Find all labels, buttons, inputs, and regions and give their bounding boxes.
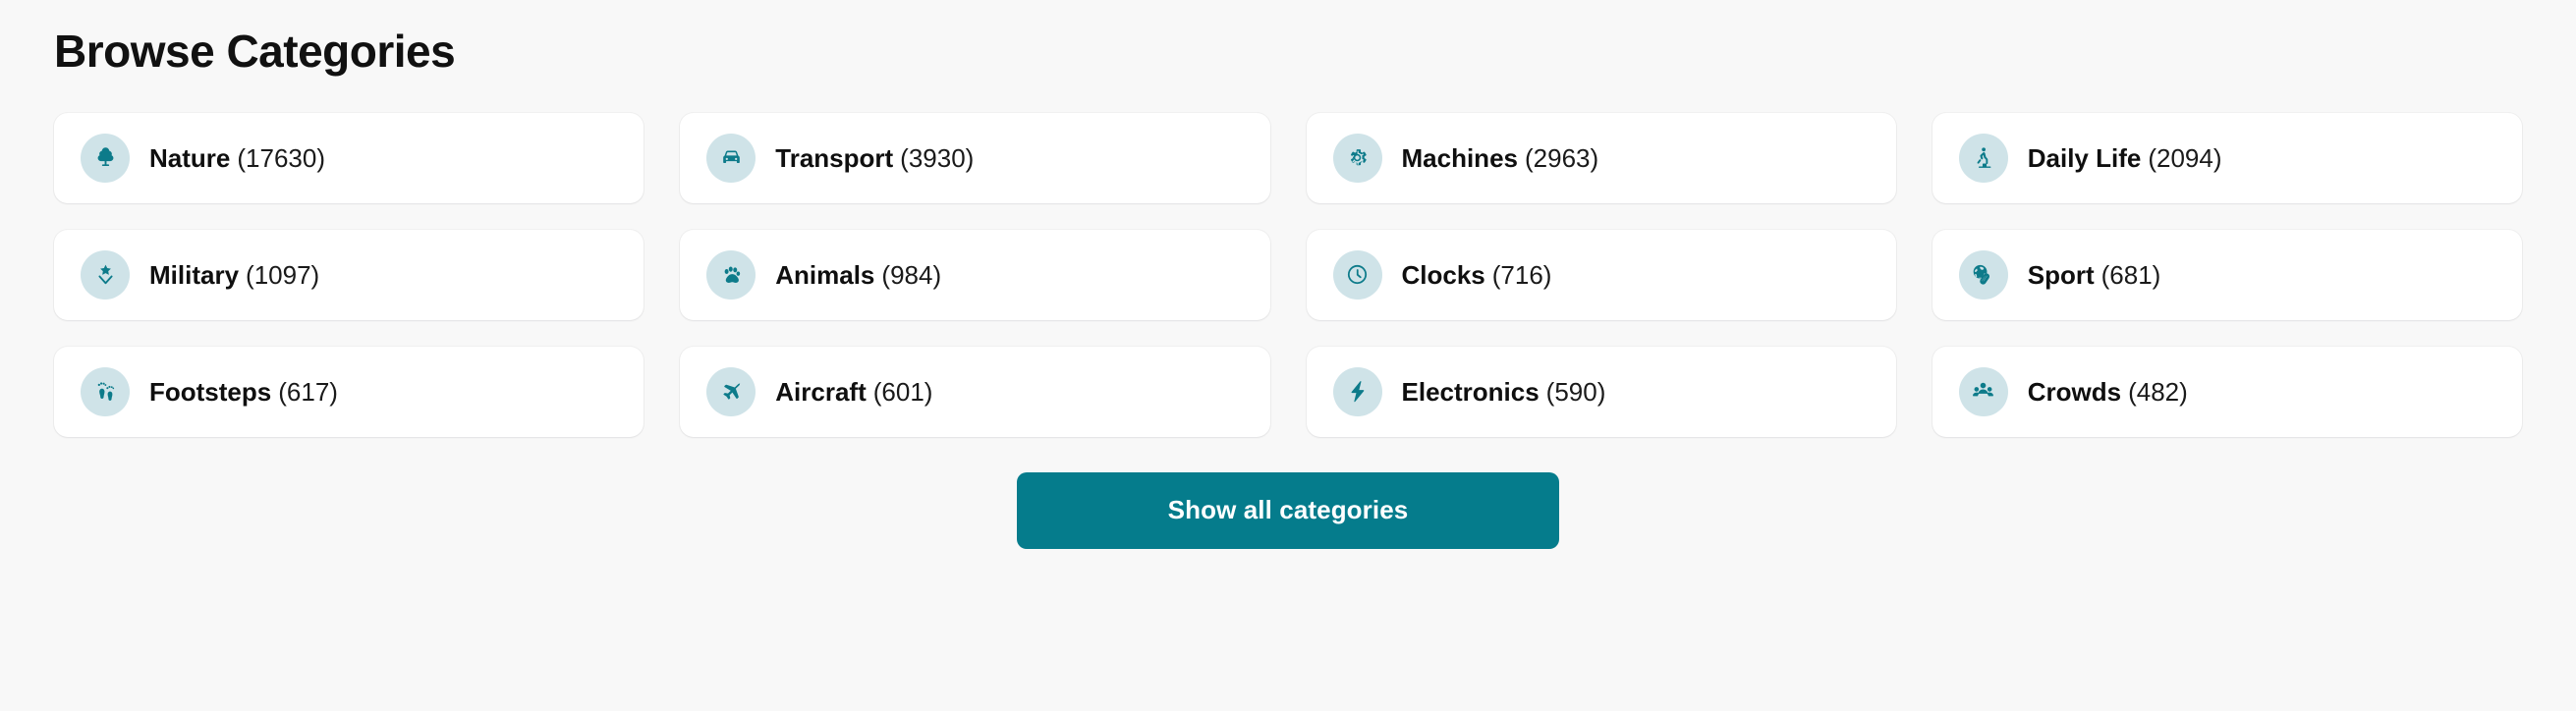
sports-ball-icon — [1958, 249, 2008, 300]
category-card[interactable]: Clocks (716) — [1306, 229, 1896, 320]
category-count: (617) — [278, 376, 338, 407]
tree-icon — [81, 133, 130, 183]
category-card[interactable]: Animals (984) — [680, 229, 1270, 320]
person-stairs-icon — [1958, 133, 2008, 183]
category-count: (716) — [1491, 259, 1552, 290]
category-count: (984) — [881, 259, 942, 290]
category-name: Footsteps — [149, 376, 272, 407]
lightning-bolt-icon — [1332, 366, 1382, 416]
category-name: Animals — [775, 259, 875, 290]
category-name: Clocks — [1401, 259, 1485, 290]
category-label-group: Crowds (482) — [2028, 379, 2188, 405]
category-label-group: Daily Life (2094) — [2028, 145, 2222, 171]
category-card[interactable]: Crowds (482) — [1932, 346, 2522, 437]
category-label-group: Aircraft (601) — [775, 379, 932, 405]
category-label-group: Electronics (590) — [1402, 379, 1606, 405]
page-title: Browse Categories — [54, 26, 456, 77]
category-label-group: Nature (17630) — [149, 145, 325, 171]
category-card[interactable]: Transport (3930) — [680, 112, 1270, 203]
category-count: (590) — [1545, 376, 1606, 407]
category-name: Machines — [1401, 142, 1519, 173]
clock-icon — [1332, 249, 1382, 300]
category-card[interactable]: Military (1097) — [54, 229, 644, 320]
category-card[interactable]: Sport (681) — [1932, 229, 2522, 320]
category-name: Electronics — [1401, 376, 1540, 407]
category-card[interactable]: Nature (17630) — [54, 112, 644, 203]
category-count: (2963) — [1525, 142, 1599, 173]
category-count: (601) — [872, 376, 933, 407]
paw-icon — [706, 249, 756, 300]
category-count: (2094) — [2148, 142, 2222, 173]
car-icon — [706, 133, 756, 183]
category-card[interactable]: Electronics (590) — [1306, 346, 1896, 437]
footer-action-row: Show all categories — [54, 471, 2522, 549]
category-label-group: Sport (681) — [2028, 262, 2161, 288]
category-name: Aircraft — [775, 376, 867, 407]
people-group-icon — [1958, 366, 2008, 416]
category-name: Daily Life — [2027, 142, 2142, 173]
airplane-icon — [706, 366, 756, 416]
category-label-group: Animals (984) — [775, 262, 941, 288]
category-label-group: Clocks (716) — [1402, 262, 1552, 288]
category-card[interactable]: Machines (2963) — [1306, 112, 1896, 203]
category-label-group: Machines (2963) — [1402, 145, 1599, 171]
gear-icon — [1332, 133, 1382, 183]
category-label-group: Transport (3930) — [775, 145, 974, 171]
show-all-categories-button[interactable]: Show all categories — [1017, 471, 1559, 549]
category-grid: Nature (17630) Transport (3930) Machines (296… — [54, 112, 2522, 437]
category-label-group: Military (1097) — [149, 262, 319, 288]
rank-star-icon — [81, 249, 130, 300]
category-name: Nature — [149, 142, 231, 173]
category-name: Military — [149, 259, 240, 290]
category-card[interactable]: Daily Life (2094) — [1932, 112, 2522, 203]
category-count: (1097) — [246, 259, 320, 290]
category-name: Crowds — [2027, 376, 2122, 407]
category-card[interactable]: Footsteps (617) — [54, 346, 644, 437]
category-name: Transport — [775, 142, 894, 173]
category-count: (17630) — [237, 142, 325, 173]
category-card[interactable]: Aircraft (601) — [680, 346, 1270, 437]
category-count: (482) — [2128, 376, 2188, 407]
browse-categories-page: Browse Categories Nature (17630) Transport… — [0, 0, 2576, 711]
category-count: (681) — [2100, 259, 2161, 290]
category-name: Sport — [2027, 259, 2095, 290]
footprints-icon — [81, 366, 130, 416]
category-label-group: Footsteps (617) — [149, 379, 338, 405]
category-count: (3930) — [900, 142, 975, 173]
